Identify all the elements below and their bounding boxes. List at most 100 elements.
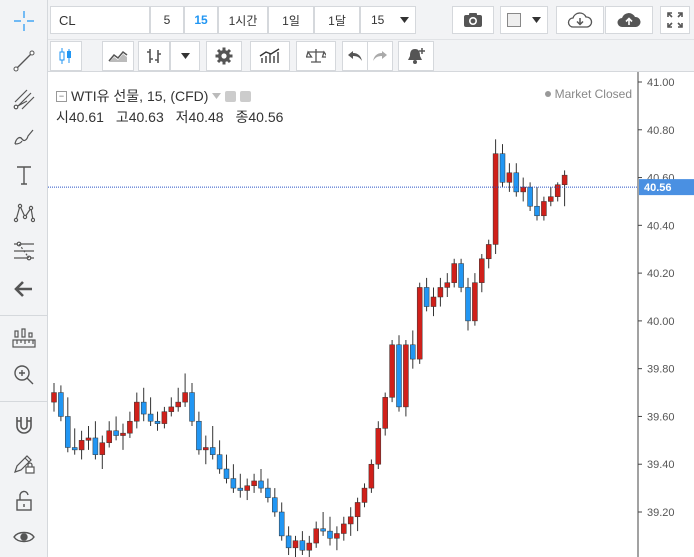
indicators-button[interactable]	[250, 41, 290, 71]
indicators-icon	[259, 48, 280, 63]
low-label: 저	[175, 109, 189, 125]
interval-select[interactable]: 15	[360, 6, 416, 34]
candle-body	[134, 401, 140, 422]
interval-button-2[interactable]: 15	[184, 6, 218, 34]
market-status-text: Market Closed	[554, 87, 632, 101]
candle-body	[389, 344, 395, 398]
candle-body	[265, 487, 271, 498]
candle-body	[244, 485, 250, 491]
redo-button[interactable]	[367, 41, 393, 71]
ohlc-values: 시40.61 고40.63 저40.48 종40.56	[56, 107, 291, 127]
candle-body	[182, 392, 188, 403]
candle-body	[251, 480, 257, 486]
lock-tool[interactable]	[6, 486, 42, 516]
redo-icon	[373, 51, 387, 61]
candle-body	[120, 432, 126, 436]
pattern-tool[interactable]	[6, 198, 42, 228]
candle-body	[189, 392, 195, 422]
candle-body	[140, 401, 147, 415]
cloud-upload-icon	[617, 13, 641, 27]
fib-tool[interactable]	[6, 236, 42, 266]
candle-body	[479, 258, 485, 283]
candle-body	[306, 542, 313, 551]
price-chart[interactable]: 41.0040.8040.6040.4040.2040.0039.8039.60…	[48, 72, 694, 557]
candle-body	[65, 416, 71, 448]
candle-body	[430, 296, 437, 307]
candle-body	[334, 533, 340, 539]
candle-body	[527, 186, 533, 207]
crosshair-icon	[14, 11, 34, 31]
lock-drawings-tool[interactable]	[6, 448, 42, 478]
trend-line-tool[interactable]	[6, 46, 42, 76]
visibility-tool[interactable]	[6, 522, 42, 552]
candle-body	[375, 428, 382, 465]
bars-button[interactable]	[138, 41, 170, 71]
candle-body	[299, 540, 306, 551]
candle-body	[485, 244, 492, 260]
magnet-tool[interactable]	[6, 410, 42, 440]
chevron-down-icon	[400, 17, 409, 23]
undo-button[interactable]	[342, 41, 368, 71]
candle-body	[534, 205, 540, 217]
line-chart-button[interactable]	[102, 41, 134, 71]
gear-icon	[215, 47, 233, 65]
interval-button-4[interactable]: 1일	[268, 6, 314, 34]
symbol-input[interactable]: CL	[50, 6, 150, 34]
compare-button[interactable]	[296, 41, 336, 71]
measure-tool[interactable]	[6, 324, 42, 354]
candle-body	[506, 172, 513, 183]
cloud-download-icon	[567, 12, 593, 28]
candle-body	[437, 287, 444, 298]
candle-body	[444, 282, 451, 288]
screenshot-button[interactable]	[452, 6, 494, 34]
eye-icon	[13, 531, 35, 543]
candle-body	[203, 447, 209, 451]
chevron-down-icon[interactable]	[212, 93, 222, 99]
candle-body	[237, 487, 244, 491]
chevron-down-icon	[180, 53, 190, 59]
collapse-legend-icon[interactable]: −	[56, 90, 67, 102]
load-button[interactable]	[556, 6, 604, 34]
zoom-in-icon	[14, 365, 34, 385]
interval-button-3[interactable]: 1시간	[218, 6, 268, 34]
close-label: 종	[235, 109, 249, 125]
close-value: 40.56	[248, 109, 284, 125]
undo-icon	[348, 51, 362, 61]
pencil-lock-icon	[14, 455, 35, 474]
candle-body	[161, 411, 168, 424]
save-button[interactable]	[605, 6, 653, 34]
arrow-left-icon	[14, 281, 32, 297]
settings-small-icon[interactable]	[240, 90, 252, 102]
candlestick-icon	[59, 48, 71, 64]
chart-style-select[interactable]	[500, 6, 548, 34]
candle-body	[451, 263, 457, 283]
chart-type-dropdown[interactable]	[170, 41, 200, 71]
square-icon	[507, 13, 521, 27]
interval-button-1[interactable]: 5	[150, 6, 184, 34]
candle-body	[278, 511, 285, 537]
price-axis-label: 39.20	[647, 507, 675, 519]
candle-body	[175, 401, 181, 408]
candle-body	[465, 287, 471, 322]
candle-body	[313, 528, 319, 544]
zoom-tool[interactable]	[6, 360, 42, 390]
candle-body	[548, 196, 554, 202]
brush-tool[interactable]	[6, 122, 42, 152]
text-tool[interactable]	[6, 160, 42, 190]
interval-button-5[interactable]: 1달	[314, 6, 360, 34]
alert-button[interactable]	[398, 41, 434, 71]
settings-button[interactable]	[206, 41, 242, 71]
candle-body	[285, 535, 292, 549]
candle-body	[71, 447, 78, 451]
eye-icon[interactable]	[225, 90, 237, 102]
pitchfork-tool[interactable]	[6, 84, 42, 114]
candles-button[interactable]	[50, 41, 82, 71]
candle-body	[492, 153, 499, 245]
status-dot-icon	[544, 91, 551, 97]
candle-body	[258, 480, 264, 489]
fullscreen-button[interactable]	[660, 6, 690, 34]
candle-body	[396, 344, 402, 408]
price-axis-label: 41.00	[647, 77, 675, 89]
crosshair-tool[interactable]	[6, 6, 42, 36]
hide-toolbar-button[interactable]	[6, 274, 42, 304]
